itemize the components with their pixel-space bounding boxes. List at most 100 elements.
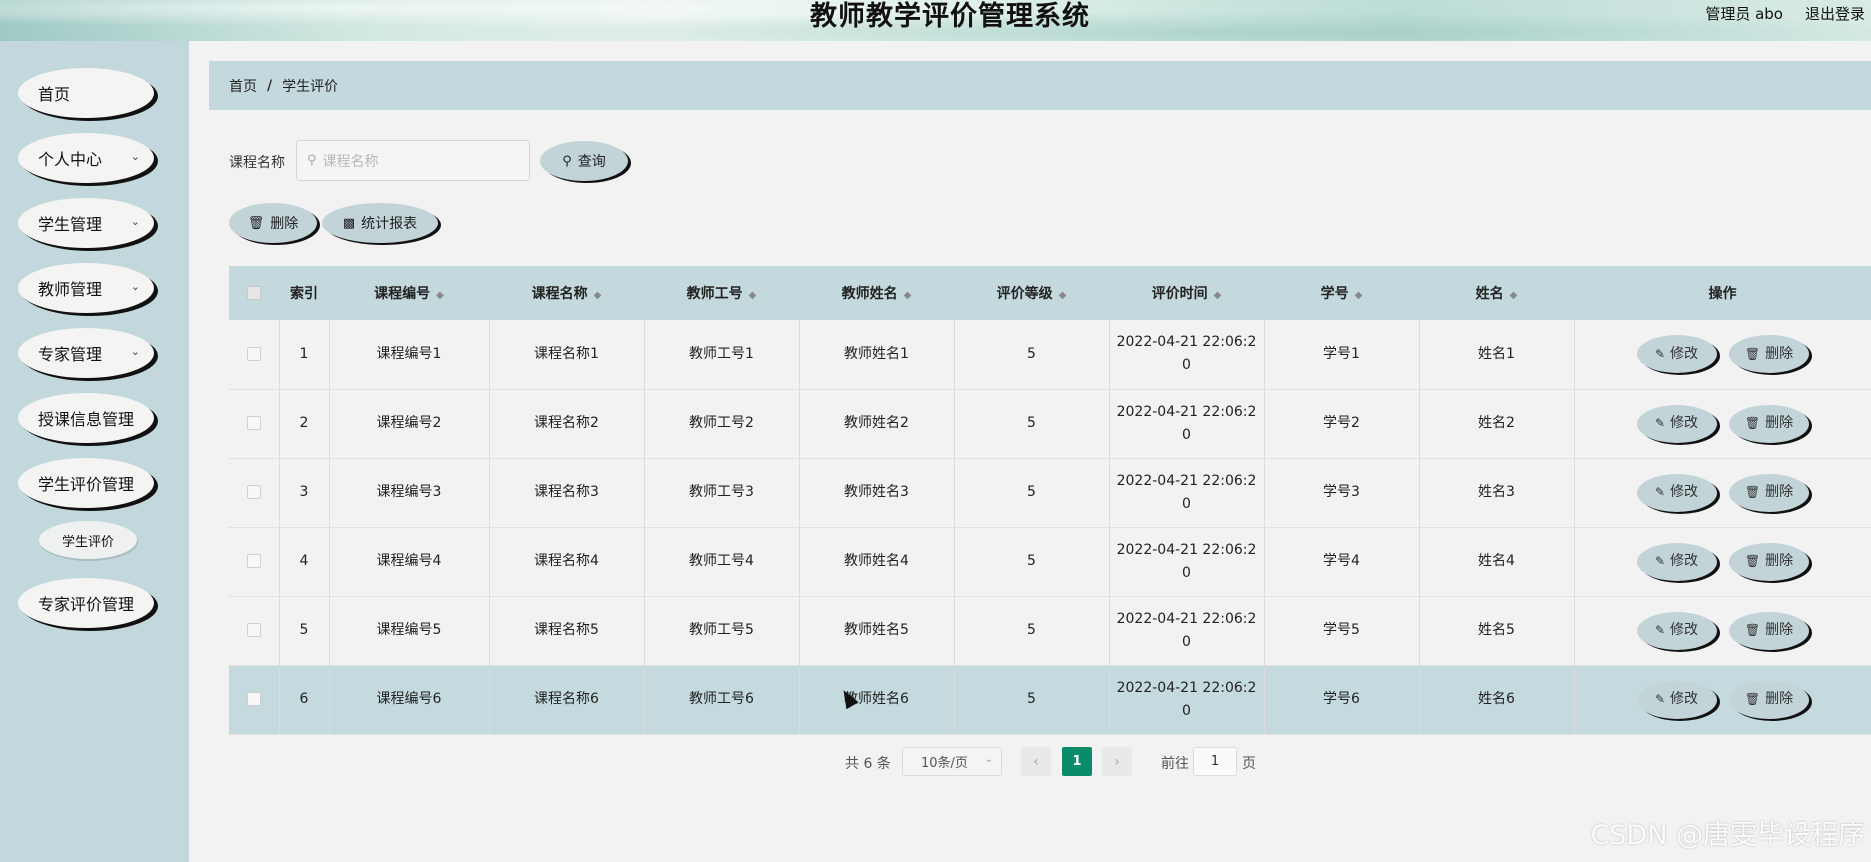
sort-icon[interactable]: ◆ [1355, 290, 1363, 301]
sort-icon[interactable]: ◆ [1510, 290, 1518, 301]
table-row[interactable]: 5 课程编号5 课程名称5 教师工号5 教师姓名5 5 2022-04-21 2… [229, 596, 1871, 666]
edit-button[interactable]: ✎ 修改 [1636, 404, 1717, 443]
chevron-left-icon: ‹ [1033, 753, 1039, 770]
column-header[interactable]: 教师工号 ◆ [644, 266, 799, 320]
sidebar-item-home[interactable]: 首页 [18, 68, 154, 118]
goto-page-input[interactable]: 1 [1193, 747, 1237, 776]
row-checkbox[interactable] [246, 346, 261, 361]
column-header[interactable]: 课程编号 ◆ [329, 266, 489, 320]
column-header[interactable]: 评价时间 ◆ [1109, 266, 1264, 320]
cell-course-name: 课程名称6 [489, 665, 645, 735]
sidebar-item-teachers[interactable]: 教师管理 ⌄ [18, 263, 154, 313]
top-header: 教师教学评价管理系统 管理员 abo 退出登录 [0, 0, 1871, 41]
cell-name: 姓名5 [1419, 596, 1575, 666]
logout-link[interactable]: 退出登录 [1805, 3, 1865, 24]
cell-index: 2 [279, 389, 330, 459]
cell-time: 2022-04-21 22:06:20 [1109, 665, 1265, 735]
sort-icon[interactable]: ◆ [436, 290, 444, 301]
batch-delete-button[interactable]: 🗑 删除 [229, 203, 317, 243]
row-checkbox[interactable] [246, 485, 261, 499]
trash-icon: 🗑 [1744, 346, 1761, 361]
report-button[interactable]: ▩ 统计报表 [322, 203, 438, 243]
trash-icon: 🗑 [1744, 416, 1761, 430]
cell-student-no: 学号5 [1264, 596, 1420, 666]
delete-button[interactable]: 🗑 删除 [1728, 542, 1809, 581]
sidebar-subitem-student-eval[interactable]: 学生评价 [39, 521, 137, 559]
delete-button[interactable]: 🗑 删除 [1728, 335, 1809, 374]
next-page-button[interactable]: › [1102, 747, 1132, 776]
pagination-total: 共 6 条 [845, 756, 891, 772]
column-header[interactable]: 课程名称 ◆ [489, 266, 644, 320]
page-number-current[interactable]: 1 [1062, 747, 1092, 776]
prev-page-button[interactable]: ‹ [1021, 747, 1051, 776]
cell-index: 5 [279, 596, 330, 666]
trash-icon: 🗑 [247, 215, 265, 231]
column-header[interactable]: 学号 ◆ [1264, 266, 1419, 320]
row-checkbox[interactable] [246, 623, 261, 637]
delete-button[interactable]: 🗑 删除 [1728, 611, 1809, 650]
cell-actions: ✎ 修改 🗑 删除 [1574, 665, 1871, 735]
cell-teacher-no: 教师工号4 [644, 527, 800, 597]
cell-teacher-name: 教师姓名4 [799, 527, 955, 597]
edit-button[interactable]: ✎ 修改 [1636, 611, 1717, 650]
cell-grade: 5 [954, 665, 1110, 735]
sort-icon[interactable]: ◆ [749, 290, 757, 301]
table-row[interactable]: 4 课程编号4 课程名称4 教师工号4 教师姓名4 5 2022-04-21 2… [229, 527, 1871, 597]
edit-button[interactable]: ✎ 修改 [1636, 473, 1717, 512]
delete-button[interactable]: 🗑 删除 [1728, 473, 1809, 512]
cell-student-no: 学号6 [1264, 665, 1420, 735]
row-checkbox[interactable] [246, 692, 261, 706]
sidebar-item-student-eval[interactable]: 学生评价管理 [18, 458, 154, 508]
column-header[interactable]: 教师姓名 ◆ [799, 266, 954, 320]
cell-course-no: 课程编号4 [329, 527, 490, 597]
delete-button[interactable]: 🗑 删除 [1728, 404, 1809, 443]
sort-icon[interactable]: ◆ [904, 290, 912, 301]
sort-icon[interactable]: ◆ [1059, 290, 1067, 301]
sidebar-item-students[interactable]: 学生管理 ⌄ [18, 198, 154, 248]
cell-name: 姓名6 [1419, 665, 1575, 735]
sort-icon[interactable]: ◆ [594, 290, 602, 301]
edit-button[interactable]: ✎ 修改 [1636, 680, 1717, 719]
current-user: 管理员 abo [1705, 5, 1783, 23]
table-row[interactable]: 3 课程编号3 课程名称3 教师工号3 教师姓名3 5 2022-04-21 2… [229, 458, 1871, 528]
search-icon: ⚲ [562, 153, 572, 169]
select-all-cell [229, 266, 279, 320]
cell-student-no: 学号3 [1264, 458, 1420, 528]
breadcrumb-current: 学生评价 [282, 78, 339, 95]
cell-course-no: 课程编号1 [329, 320, 490, 390]
row-checkbox[interactable] [246, 554, 261, 568]
sidebar-item-expert-eval[interactable]: 专家评价管理 [18, 578, 154, 628]
cell-time: 2022-04-21 22:06:20 [1109, 389, 1265, 459]
table-row[interactable]: 1 课程编号1 课程名称1 教师工号1 教师姓名1 5 2022-04-21 2… [229, 320, 1871, 390]
cell-index: 6 [279, 665, 330, 735]
sidebar-item-courses[interactable]: 授课信息管理 [18, 393, 154, 443]
table-row[interactable]: 6 课程编号6 课程名称6 教师工号6 教师姓名6 5 2022-04-21 2… [229, 665, 1871, 735]
select-all-checkbox[interactable] [247, 286, 261, 300]
cell-student-no: 学号4 [1264, 527, 1420, 597]
cell-course-name: 课程名称5 [489, 596, 645, 666]
page-size-select[interactable]: 10条/页 ⌄ [902, 747, 1002, 776]
evaluation-table: 索引 课程编号 ◆ 课程名称 ◆ 教师工号 ◆ 教师姓名 ◆ 评价等级 ◆ 评价时间 ◆ 学… [229, 266, 1871, 735]
page-suffix: 页 [1242, 756, 1256, 772]
trash-icon: 🗑 [1744, 485, 1761, 499]
search-label: 课程名称 [229, 155, 285, 171]
row-checkbox[interactable] [246, 416, 261, 430]
cell-course-name: 课程名称1 [489, 320, 645, 390]
sidebar-item-experts[interactable]: 专家管理 ⌄ [18, 328, 154, 378]
cell-teacher-name: 教师姓名1 [799, 320, 955, 390]
sort-icon[interactable]: ◆ [1214, 290, 1222, 301]
edit-button[interactable]: ✎ 修改 [1636, 542, 1717, 581]
cell-name: 姓名2 [1419, 389, 1575, 459]
edit-button[interactable]: ✎ 修改 [1636, 335, 1717, 374]
edit-icon: ✎ [1654, 346, 1666, 361]
breadcrumb-home[interactable]: 首页 [229, 76, 257, 96]
column-header[interactable]: 姓名 ◆ [1419, 266, 1574, 320]
cell-course-no: 课程编号5 [329, 596, 490, 666]
table-row[interactable]: 2 课程编号2 课程名称2 教师工号2 教师姓名2 5 2022-04-21 2… [229, 389, 1871, 459]
delete-button[interactable]: 🗑 删除 [1728, 680, 1809, 719]
search-input[interactable]: ⚲ 课程名称 [296, 140, 530, 181]
query-button[interactable]: ⚲ 查询 [540, 141, 628, 181]
cell-grade: 5 [954, 458, 1110, 528]
column-header[interactable]: 评价等级 ◆ [954, 266, 1109, 320]
sidebar-item-profile[interactable]: 个人中心 ⌄ [18, 133, 154, 183]
